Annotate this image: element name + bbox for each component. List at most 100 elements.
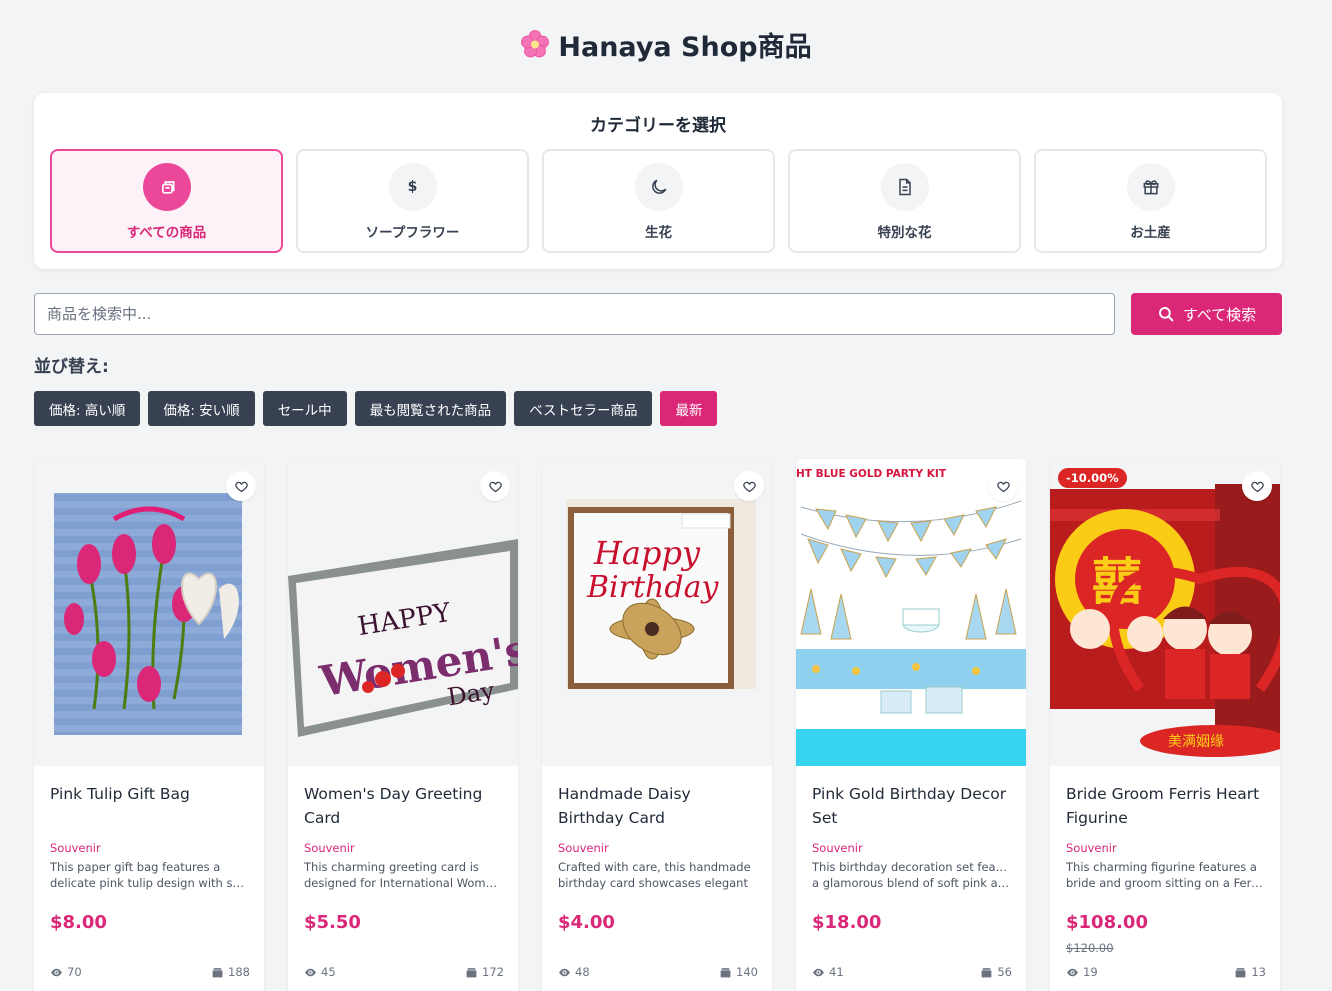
discount-badge: -10.00% [1058, 468, 1127, 488]
search-button-label: すべて検索 [1182, 305, 1257, 324]
gift-icon [1126, 163, 1175, 211]
boxes-icon [142, 163, 191, 211]
product-description: This charming greeting card is designed … [304, 859, 502, 891]
product-image[interactable]: Happy Birthday [542, 459, 772, 766]
product-description: This charming figurine features a bride … [1066, 859, 1264, 891]
description-line: This charming greeting card is [304, 860, 479, 874]
product-description: Crafted with care, this handmade birthda… [558, 859, 756, 891]
image-banner-text: HT BLUE GOLD PARTY KIT [796, 468, 947, 480]
view-count: 41 [812, 965, 844, 979]
category-soap-flower[interactable]: $ ソープフラワー [296, 149, 529, 253]
product-info: Pink Tulip Gift Bag Souvenir This paper … [34, 766, 264, 991]
category-label: 生花 [645, 225, 672, 241]
description-line: This paper gift bag features a [50, 860, 221, 874]
product-name[interactable]: Pink Gold Birthday Decor Set [812, 782, 1010, 830]
product-old-price: $120.00 [1066, 941, 1114, 955]
heart-icon [488, 481, 502, 492]
category-label: お土産 [1130, 225, 1171, 241]
sort-bestseller-button[interactable]: ベストセラー商品 [514, 391, 653, 426]
description-line: designed for International Women's Day [304, 876, 502, 890]
page-title-text: Hanaya Shop商品 [558, 31, 812, 63]
category-heading: カテゴリーを選択 [590, 116, 726, 136]
view-count-value: 45 [321, 965, 336, 979]
document-icon [880, 163, 929, 211]
stock-count-value: 172 [482, 965, 504, 979]
product-price: $4.00 [558, 912, 615, 933]
favorite-button[interactable] [734, 471, 764, 501]
product-name[interactable]: Pink Tulip Gift Bag [50, 782, 248, 830]
heart-icon [1250, 481, 1264, 492]
stock-count-value: 140 [736, 965, 758, 979]
description-line: delicate pink tulip design with subtle [50, 876, 248, 890]
category-all-products[interactable]: すべての商品 [50, 149, 283, 253]
product-price: $18.00 [812, 912, 882, 933]
box-icon [720, 967, 731, 977]
sort-price-high-button[interactable]: 価格: 高い順 [34, 391, 141, 426]
box-icon [981, 967, 992, 977]
box-icon [212, 967, 223, 977]
favorite-button[interactable] [226, 471, 256, 501]
category-souvenir[interactable]: お土産 [1034, 149, 1267, 253]
product-image[interactable]: HT BLUE GOLD PARTY KIT [796, 459, 1026, 766]
description-line: This charming figurine features a [1066, 860, 1257, 874]
product-card[interactable]: 囍 美满姻缘 -10.00% Bride Groom Ferris Heart … [1050, 459, 1280, 991]
product-image[interactable] [34, 459, 264, 766]
favorite-button[interactable] [1242, 471, 1272, 501]
category-panel: カテゴリーを選択 すべての商品 $ ソープフラワー 生花 特別な花 お土産 [34, 93, 1282, 269]
product-category: Souvenir [558, 841, 609, 855]
category-special-flower[interactable]: 特別な花 [788, 149, 1021, 253]
svg-text:Happy: Happy [593, 534, 701, 572]
heart-icon [996, 481, 1010, 492]
product-stats: 19 13 [1066, 965, 1266, 979]
sort-newest-button[interactable]: 最新 [660, 391, 718, 426]
description-line: bride and groom sitting on a Ferris whee… [1066, 876, 1264, 890]
view-count: 19 [1066, 965, 1098, 979]
category-fresh-flower[interactable]: 生花 [542, 149, 775, 253]
product-image[interactable]: 囍 美满姻缘 -10.00% [1050, 459, 1280, 766]
sort-on-sale-button[interactable]: セール中 [262, 391, 347, 426]
product-image[interactable]: HAPPY Women's Day [288, 459, 518, 766]
view-count-value: 41 [829, 965, 844, 979]
sort-options: 価格: 高い順 価格: 安い順 セール中 最も閲覧された商品 ベストセラー商品 … [34, 391, 718, 426]
product-name[interactable]: Bride Groom Ferris Heart Figurine [1066, 782, 1264, 830]
product-category: Souvenir [1066, 841, 1117, 855]
favorite-button[interactable] [480, 471, 510, 501]
stock-count-value: 13 [1251, 965, 1266, 979]
product-description: This paper gift bag features a delicate … [50, 859, 248, 891]
category-list: すべての商品 $ ソープフラワー 生花 特別な花 お土産 [50, 149, 1267, 253]
product-stats: 45 172 [304, 965, 504, 979]
view-count-value: 48 [575, 965, 590, 979]
favorite-button[interactable] [988, 471, 1018, 501]
product-info: Pink Gold Birthday Decor Set Souvenir Th… [796, 766, 1026, 991]
svg-text:Day: Day [445, 676, 496, 711]
category-label: ソープフラワー [365, 225, 460, 241]
eye-icon [813, 968, 824, 976]
product-card[interactable]: HT BLUE GOLD PARTY KIT Pink Gold Birthda… [796, 459, 1026, 991]
heart-icon [742, 481, 756, 492]
dollar-icon: $ [388, 163, 437, 211]
search-input[interactable] [34, 293, 1115, 335]
view-count: 48 [558, 965, 590, 979]
description-line: a glamorous blend of soft pink and gold [812, 876, 1010, 890]
sort-label: 並び替え: [34, 357, 109, 377]
view-count: 45 [304, 965, 336, 979]
sort-most-viewed-button[interactable]: 最も閲覧された商品 [354, 391, 507, 426]
stock-count: 56 [980, 965, 1012, 979]
product-card[interactable]: HAPPY Women's Day Women's Day Greeting C… [288, 459, 518, 991]
eye-icon [51, 968, 62, 976]
product-name[interactable]: Handmade Daisy Birthday Card [558, 782, 756, 830]
sort-price-low-button[interactable]: 価格: 安い順 [148, 391, 255, 426]
product-card[interactable]: Pink Tulip Gift Bag Souvenir This paper … [34, 459, 264, 991]
heart-icon [234, 481, 248, 492]
search-all-button[interactable]: すべて検索 [1131, 293, 1282, 335]
view-count-value: 19 [1083, 965, 1098, 979]
description-line: birthday card showcases elegant [558, 876, 748, 890]
search-icon [1158, 307, 1174, 322]
product-price: $8.00 [50, 912, 107, 933]
product-card[interactable]: Happy Birthday Handmade Daisy Birthday C… [542, 459, 772, 991]
product-name[interactable]: Women's Day Greeting Card [304, 782, 502, 830]
product-info: Bride Groom Ferris Heart Figurine Souven… [1050, 766, 1280, 991]
page-title: Hanaya Shop商品 [0, 26, 1332, 63]
product-category: Souvenir [304, 841, 355, 855]
category-label: 特別な花 [877, 225, 932, 241]
